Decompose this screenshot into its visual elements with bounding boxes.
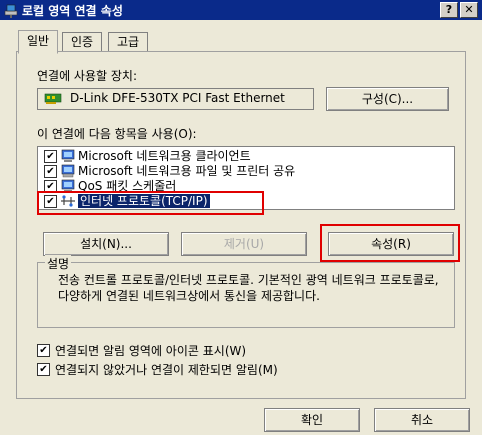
remove-button[interactable]: 제거(U) [181, 232, 307, 256]
device-name: D-Link DFE-530TX PCI Fast Ethernet [70, 91, 285, 105]
close-button[interactable]: ✕ [460, 2, 478, 18]
items-label: 이 연결에 다음 항목을 사용(O): [37, 127, 197, 141]
install-button[interactable]: 설치(N)... [43, 232, 169, 256]
device-field: D-Link DFE-530TX PCI Fast Ethernet [37, 88, 314, 110]
notify-checkbox[interactable]: ✔ [37, 363, 50, 376]
title-bar: 로컬 영역 연결 속성 ? ✕ [0, 0, 482, 20]
item-checkbox[interactable]: ✔ [44, 165, 57, 178]
connect-using-label: 연결에 사용할 장치: [37, 69, 137, 83]
highlight-properties-button [320, 224, 460, 262]
configure-button[interactable]: 구성(C)... [326, 87, 449, 111]
item-checkbox[interactable]: ✔ [44, 150, 57, 163]
network-card-icon [44, 93, 62, 104]
item-label: Microsoft 네트워크용 클라이언트 [78, 149, 251, 163]
list-item[interactable]: ✔ Microsoft 네트워크용 파일 및 프린터 공유 [44, 164, 444, 179]
network-connection-icon [4, 4, 18, 18]
tab-general[interactable]: 일반 [18, 30, 59, 54]
cancel-button[interactable]: 취소 [374, 408, 470, 432]
ok-button[interactable]: 확인 [264, 408, 360, 432]
highlight-selected-item [37, 191, 264, 215]
file-share-icon [61, 164, 75, 178]
network-client-icon [61, 149, 75, 162]
notify-label: 연결되지 않았거나 연결이 제한되면 알림(M) [55, 363, 278, 377]
description-text: 전송 컨트롤 프로토콜/인터넷 프로토콜. 기본적인 광역 네트워크 프로토콜로… [58, 273, 439, 303]
tab-advanced[interactable]: 고급 [108, 32, 149, 51]
item-label: Microsoft 네트워크용 파일 및 프린터 공유 [78, 164, 296, 178]
description-title: 설명 [45, 255, 72, 272]
list-item[interactable]: ✔ Microsoft 네트워크용 클라이언트 [44, 149, 444, 164]
show-icon-checkbox[interactable]: ✔ [37, 344, 50, 357]
tab-authentication[interactable]: 인증 [62, 32, 103, 51]
show-icon-label: 연결되면 알림 영역에 아이콘 표시(W) [55, 344, 247, 358]
help-button[interactable]: ? [440, 2, 458, 18]
window-title: 로컬 영역 연결 속성 [22, 4, 123, 18]
